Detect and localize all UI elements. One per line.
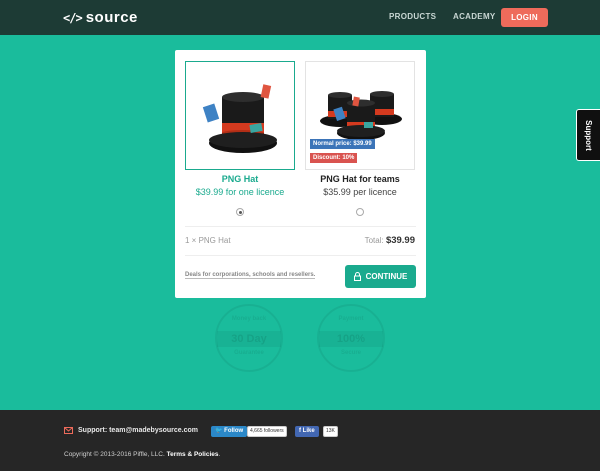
option-single-title: PNG Hat bbox=[221, 174, 259, 184]
deals-link[interactable]: Deals for corporations, schools and rese… bbox=[185, 272, 316, 279]
logo[interactable]: </> source bbox=[63, 9, 138, 26]
png-hat-icon bbox=[202, 84, 277, 153]
continue-button[interactable]: CONTINUE bbox=[345, 265, 416, 288]
money-back-stamp: Money back 30 Day Guarantee bbox=[215, 304, 283, 372]
facebook-icon: f bbox=[299, 428, 301, 434]
order-total: Total: $39.99 bbox=[365, 235, 415, 246]
terms-link[interactable]: Terms & Policies bbox=[167, 451, 219, 458]
footer: Support: team@madebysource.com 🐦 Follow … bbox=[0, 410, 600, 471]
divider bbox=[185, 255, 416, 256]
stamp-band-text: 100% bbox=[319, 331, 383, 347]
copyright-period: . bbox=[218, 451, 221, 458]
normal-price-badge: Normal price: $39.99 bbox=[310, 139, 375, 149]
option-team-licence[interactable]: Normal price: $39.99 Discount: 10% bbox=[305, 61, 415, 170]
continue-label: CONTINUE bbox=[365, 272, 408, 281]
option-team-price: $35.99 per licence bbox=[323, 187, 397, 197]
stamp-bottom-text: Guarantee bbox=[234, 350, 264, 356]
code-brackets-icon: </> bbox=[63, 10, 83, 25]
divider bbox=[185, 226, 416, 227]
facebook-like-button[interactable]: f Like bbox=[295, 426, 319, 437]
lock-icon bbox=[353, 272, 361, 281]
stamp-top-text: Payment bbox=[338, 316, 364, 322]
copyright: Copyright © 2013-2016 Piffle, LLC. Terms… bbox=[64, 451, 220, 458]
order-summary-item: 1 × PNG Hat bbox=[185, 236, 231, 245]
secure-payment-stamp: Payment 100% Secure bbox=[317, 304, 385, 372]
discount-badge: Discount: 10% bbox=[310, 153, 358, 163]
order-total-label: Total: bbox=[364, 236, 384, 245]
twitter-follow-button[interactable]: 🐦 Follow bbox=[211, 426, 248, 437]
order-total-value: $39.99 bbox=[385, 235, 415, 246]
logo-text: source bbox=[85, 9, 138, 26]
support-tab-label: Support bbox=[584, 119, 594, 151]
support-tab[interactable]: Support bbox=[576, 109, 600, 161]
nav-academy-link[interactable]: ACADEMY bbox=[453, 12, 496, 21]
radio-team-licence[interactable] bbox=[356, 208, 364, 216]
option-single-licence[interactable] bbox=[185, 61, 295, 170]
facebook-like-count: 13K bbox=[323, 426, 338, 437]
stamp-top-text: Money back bbox=[231, 316, 267, 322]
login-button[interactable]: LOGIN bbox=[501, 8, 548, 27]
twitter-bird-icon: 🐦 bbox=[215, 428, 223, 434]
purchase-card: Normal price: $39.99 Discount: 10% PNG H… bbox=[175, 50, 426, 298]
support-email-link[interactable]: Support: team@madebysource.com bbox=[78, 427, 198, 434]
twitter-follower-count: 4,665 followers bbox=[247, 426, 287, 437]
copyright-text: Copyright © 2013-2016 Piffle, LLC. bbox=[64, 451, 165, 458]
option-single-price: $39.99 for one licence bbox=[195, 187, 285, 197]
facebook-like-label: Like bbox=[302, 428, 315, 434]
stamp-bottom-text: Secure bbox=[340, 350, 361, 356]
radio-single-licence[interactable] bbox=[236, 208, 244, 216]
stamp-band-text: 30 Day bbox=[217, 331, 281, 347]
mail-icon bbox=[64, 427, 73, 434]
top-navbar: </> source PRODUCTS ACADEMY LOGIN bbox=[0, 0, 600, 35]
twitter-follow-label: Follow bbox=[224, 428, 244, 434]
option-team-title: PNG Hat for teams bbox=[320, 174, 400, 184]
nav-products-link[interactable]: PRODUCTS bbox=[389, 12, 436, 21]
